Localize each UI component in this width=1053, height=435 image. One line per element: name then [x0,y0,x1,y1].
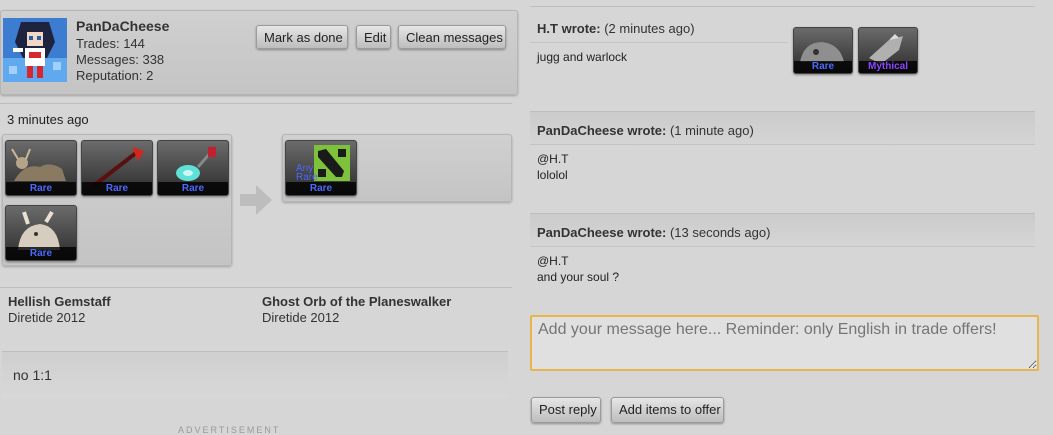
item-rarity: Rare [6,247,76,260]
user-name[interactable]: PanDaCheese [76,18,169,34]
divider [530,144,1035,145]
user-reputation: Reputation: 2 [76,68,154,83]
offer-item[interactable]: Rare [5,140,77,196]
comment-wrote: wrote: [561,21,601,36]
item-name[interactable]: Hellish Gemstaff [8,294,111,309]
comment: H.T wrote: (2 minutes ago) jugg and warl… [530,12,1035,94]
arrow-right-icon [240,185,272,215]
item-rarity: Rare [82,182,152,195]
trade-time: 3 minutes ago [7,112,89,127]
item-event: Diretide 2012 [262,310,340,325]
comment-item[interactable]: Rare [793,27,853,74]
comment-wrote: wrote: [627,225,667,240]
offer-item[interactable]: Rare [157,140,229,196]
item-rarity: Rare [286,182,356,195]
item-rarity: Mythical [859,61,917,73]
offer-item[interactable]: Rare [5,205,77,261]
comment-author[interactable]: PanDaCheese [537,225,624,240]
comment-time: (1 minute ago) [669,123,754,138]
note-text: no 1:1 [13,367,52,383]
comment-time: (13 seconds ago) [669,225,771,240]
comment: PanDaCheese wrote: (1 minute ago) @H.T l… [530,112,1035,202]
divider [0,103,512,104]
comment-header: H.T wrote: (2 minutes ago) [537,21,695,36]
divider [530,42,788,43]
mark-done-button[interactable]: Mark as done [256,25,348,49]
add-items-to-offer-button[interactable]: Add items to offer [611,397,724,423]
clean-messages-button[interactable]: Clean messages [398,25,506,49]
trade-note: no 1:1 [2,351,508,398]
comment-author[interactable]: H.T [537,21,558,36]
item-rarity: Rare [794,61,852,73]
divider [530,246,1035,247]
comment-text: @H.T [537,254,569,268]
reply-textarea[interactable] [530,315,1039,371]
avatar[interactable] [3,18,67,82]
advertisement-label: ADVERTISEMENT [178,425,281,435]
comment-time: (2 minutes ago) [604,21,695,36]
item-rarity: Rare [6,182,76,195]
item-event: Diretide 2012 [8,310,86,325]
comment-text: jugg and warlock [537,50,628,64]
comment-text: and your soul ? [537,270,620,284]
comment-wrote: wrote: [627,123,667,138]
avatar-image [3,18,67,82]
wanted-items-panel: Any Rare Rare [282,134,512,202]
post-reply-button[interactable]: Post reply [531,397,601,423]
comment-text: @H.T [537,152,569,166]
comment-author[interactable]: PanDaCheese [537,123,624,138]
comment-item[interactable]: Mythical [858,27,918,74]
edit-button[interactable]: Edit [356,25,391,49]
offer-item[interactable]: Rare [81,140,153,196]
comment-text: lololol [537,168,568,182]
divider [0,287,512,288]
user-messages: Messages: 338 [76,52,165,67]
comment-header: PanDaCheese wrote: (13 seconds ago) [537,225,770,240]
user-card: PanDaCheese Trades: 144 Messages: 338 Re… [0,10,518,95]
wanted-item[interactable]: Any Rare Rare [285,140,357,196]
comment-header: PanDaCheese wrote: (1 minute ago) [537,123,754,138]
item-name[interactable]: Ghost Orb of the Planeswalker [262,294,451,309]
comment: PanDaCheese wrote: (13 seconds ago) @H.T… [530,214,1035,300]
item-rarity: Rare [158,182,228,195]
offer-items-panel: Rare Rare Rare Rare [2,134,232,266]
divider [530,6,1035,7]
user-trades: Trades: 144 [76,36,145,51]
